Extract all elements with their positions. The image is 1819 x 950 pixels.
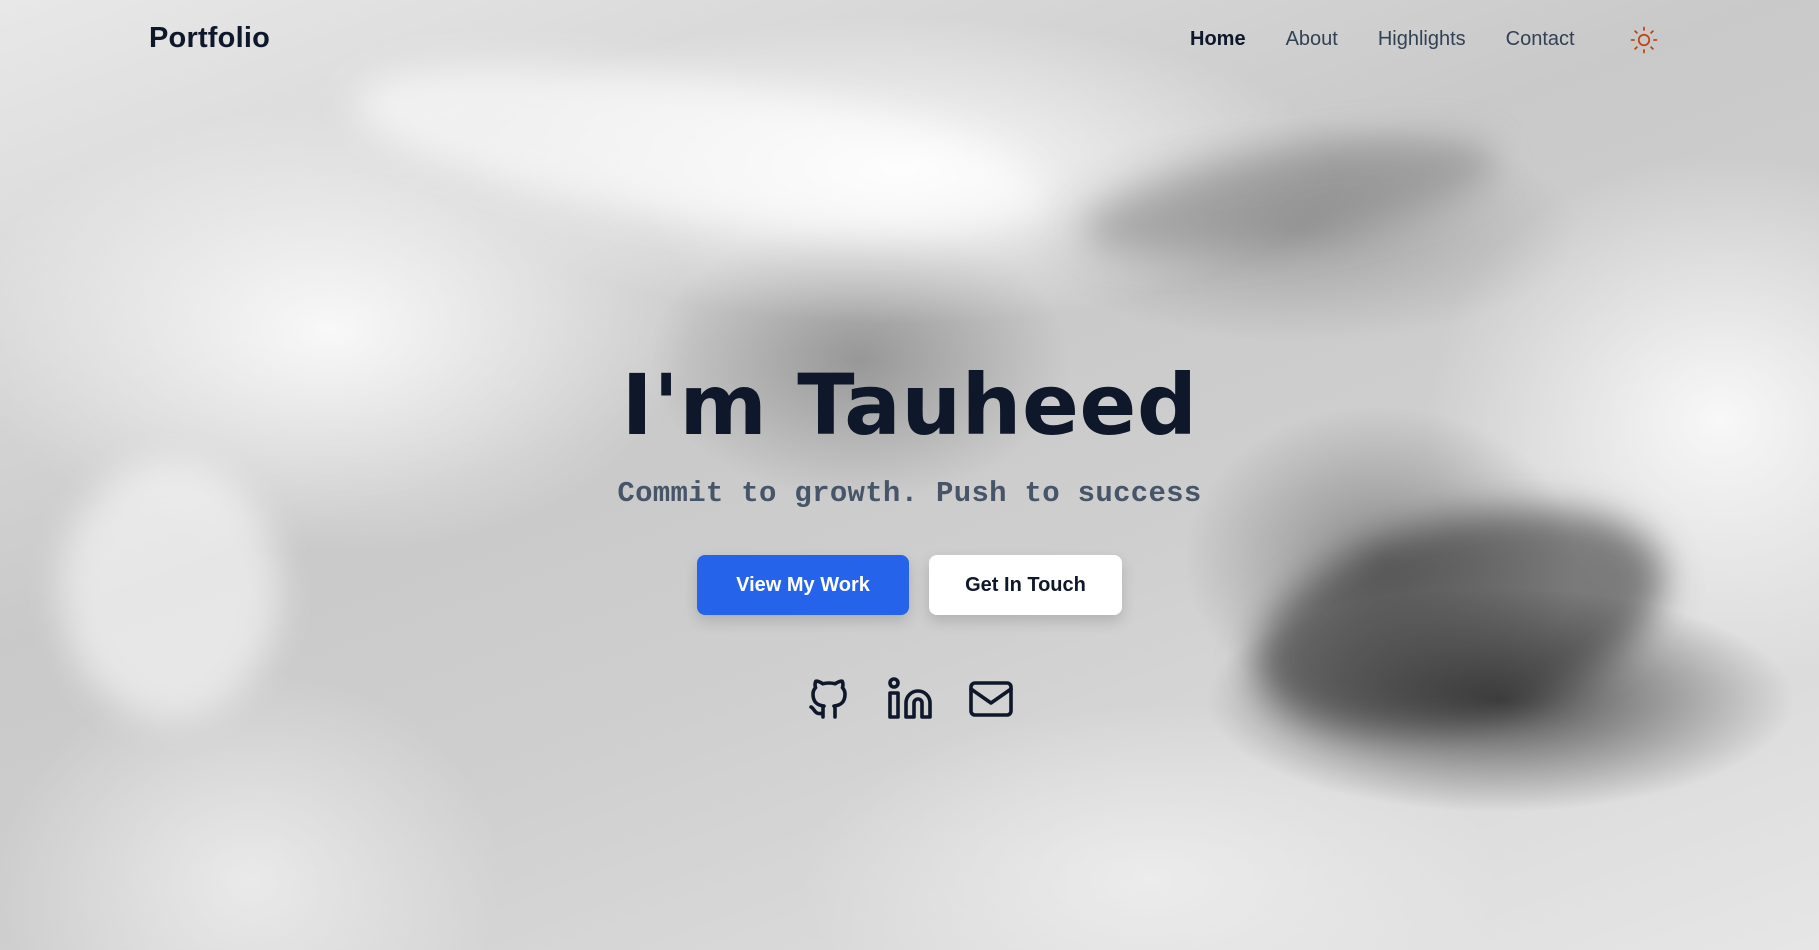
mail-icon bbox=[968, 681, 1013, 717]
sun-icon bbox=[1630, 26, 1658, 54]
theme-toggle-button[interactable] bbox=[1629, 25, 1659, 55]
github-link[interactable] bbox=[805, 675, 853, 723]
nav-link-about[interactable]: About bbox=[1286, 28, 1338, 51]
get-in-touch-button[interactable]: Get In Touch bbox=[929, 555, 1122, 615]
background-shadow bbox=[1231, 469, 1689, 771]
view-my-work-button[interactable]: View My Work bbox=[697, 555, 909, 615]
email-link[interactable] bbox=[967, 675, 1015, 723]
nav-link-highlights[interactable]: Highlights bbox=[1378, 28, 1466, 51]
brand-logo[interactable]: Portfolio bbox=[149, 22, 270, 55]
linkedin-icon bbox=[887, 677, 932, 719]
hero-section: I'm Tauheed Commit to growth. Push to su… bbox=[0, 355, 1819, 510]
social-links bbox=[0, 675, 1819, 723]
nav-link-home[interactable]: Home bbox=[1190, 28, 1246, 51]
github-icon bbox=[808, 679, 847, 719]
top-navigation: Portfolio Home About Highlights Contact bbox=[0, 0, 1819, 82]
hero-subtitle: Commit to growth. Push to success bbox=[617, 477, 1202, 510]
nav-link-contact[interactable]: Contact bbox=[1506, 28, 1575, 51]
nav-links: Home About Highlights Contact bbox=[1190, 28, 1615, 51]
linkedin-link[interactable] bbox=[886, 675, 934, 723]
hero-title: I'm Tauheed bbox=[621, 356, 1198, 454]
background-fold bbox=[1075, 114, 1505, 276]
cta-buttons: View My Work Get In Touch bbox=[0, 555, 1819, 615]
